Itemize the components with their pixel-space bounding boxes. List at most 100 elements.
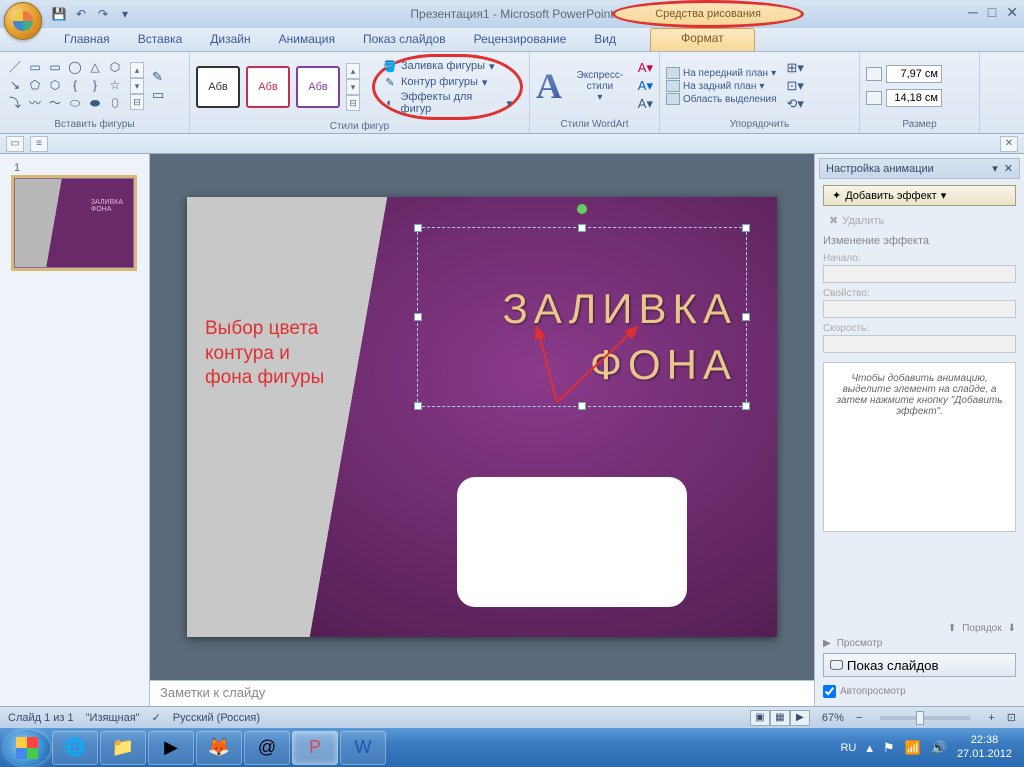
language-label[interactable]: Русский (Россия) — [173, 712, 260, 724]
shape-effects-button[interactable]: ◐Эффекты для фигур ▾ — [383, 91, 512, 115]
gallery-down-icon[interactable]: ▾ — [130, 78, 144, 94]
spellcheck-icon[interactable]: ✓ — [152, 711, 161, 724]
tray-volume-icon[interactable]: 🔊 — [931, 740, 947, 756]
tab-insert[interactable]: Вставка — [124, 28, 197, 51]
style-sample-2[interactable]: Абв — [246, 66, 290, 108]
express-styles-button[interactable]: Экспресс-стили▾ — [568, 70, 632, 103]
slideshow-view-icon[interactable]: ▶ — [790, 710, 810, 726]
slide-thumbnail-1[interactable]: ЗАЛИВКАФОНА — [14, 178, 134, 268]
tab-home[interactable]: Главная — [50, 28, 124, 51]
slide-canvas[interactable]: Выбор цвета контура и фона фигуры З — [187, 197, 777, 637]
tab-design[interactable]: Дизайн — [196, 28, 264, 51]
text-effects-icon[interactable]: A▾ — [638, 96, 653, 112]
bring-front-button[interactable]: На передний план ▾ — [666, 67, 777, 79]
task-explorer[interactable]: 📁 — [100, 731, 146, 765]
styles-more-icon[interactable]: ⊟ — [346, 95, 360, 111]
group-icon[interactable]: ⊡▾ — [787, 78, 804, 94]
maximize-icon[interactable]: □ — [988, 4, 996, 21]
normal-view-icon[interactable]: ▣ — [750, 710, 770, 726]
task-mail[interactable]: @ — [244, 731, 290, 765]
resize-handle-bm[interactable] — [578, 402, 586, 410]
panel-close-icon[interactable]: ✕ — [1000, 136, 1018, 152]
close-icon[interactable]: ✕ — [1006, 4, 1018, 21]
window-title: Презентация1 - Microsoft PowerPoint — [410, 7, 613, 21]
zoom-value[interactable]: 67% — [822, 712, 844, 724]
task-ie[interactable]: 🌐 — [52, 731, 98, 765]
task-firefox[interactable]: 🦊 — [196, 731, 242, 765]
preview-button[interactable]: Просмотр — [837, 638, 883, 649]
task-word[interactable]: W — [340, 731, 386, 765]
styles-up-icon[interactable]: ▴ — [346, 63, 360, 79]
resize-handle-ml[interactable] — [414, 313, 422, 321]
text-fill-icon[interactable]: A▾ — [638, 60, 653, 76]
property-label: Свойство: — [823, 288, 1016, 299]
qat-more-icon[interactable]: ▾ — [116, 5, 134, 23]
resize-handle-mr[interactable] — [742, 313, 750, 321]
selection-pane-button[interactable]: Область выделения — [666, 93, 777, 105]
resize-handle-tl[interactable] — [414, 224, 422, 232]
white-shape[interactable] — [457, 477, 687, 607]
task-media[interactable]: ▶ — [148, 731, 194, 765]
tray-flag-icon[interactable]: ⚑ — [883, 740, 895, 756]
style-sample-1[interactable]: Абв — [196, 66, 240, 108]
tray-show-hidden-icon[interactable]: ▴ — [866, 740, 873, 756]
shape-height-input[interactable] — [886, 65, 942, 83]
play-icon[interactable]: ▶ — [823, 638, 831, 649]
resize-handle-br[interactable] — [742, 402, 750, 410]
tab-slideshow[interactable]: Показ слайдов — [349, 28, 460, 51]
styles-down-icon[interactable]: ▾ — [346, 79, 360, 95]
gallery-up-icon[interactable]: ▴ — [130, 62, 144, 78]
sorter-view-icon[interactable]: ▦ — [770, 710, 790, 726]
add-effect-button[interactable]: ✦Добавить эффект ▾ — [823, 185, 1016, 206]
autopreview-checkbox[interactable]: Автопросмотр — [823, 685, 1016, 698]
resize-handle-bl[interactable] — [414, 402, 422, 410]
fit-slide-icon[interactable]: ⊡ — [1007, 711, 1016, 724]
reorder-down-icon: ⬇ — [1008, 623, 1016, 634]
pencil-icon: ✎ — [383, 75, 397, 89]
office-button[interactable] — [4, 2, 42, 40]
zoom-in-icon[interactable]: + — [988, 712, 994, 724]
redo-icon[interactable]: ↷ — [94, 5, 112, 23]
resize-handle-tm[interactable] — [578, 224, 586, 232]
title-bar: 💾 ↶ ↷ ▾ Презентация1 - Microsoft PowerPo… — [0, 0, 1024, 28]
outline-tab-icon[interactable]: ≡ — [30, 136, 48, 152]
width-icon — [866, 91, 882, 105]
gallery-more-icon[interactable]: ⊟ — [130, 94, 144, 110]
save-icon[interactable]: 💾 — [50, 5, 68, 23]
slideshow-button[interactable]: 🖵Показ слайдов — [823, 653, 1016, 677]
edit-shape-icon[interactable]: ✎ — [152, 69, 164, 85]
zoom-slider[interactable] — [880, 716, 970, 720]
tab-animation[interactable]: Анимация — [265, 28, 349, 51]
rotate-icon[interactable]: ⟲▾ — [787, 96, 804, 112]
status-bar: Слайд 1 из 1 "Изящная" ✓ Русский (Россия… — [0, 706, 1024, 728]
tray-lang[interactable]: RU — [840, 742, 856, 754]
pane-close-icon[interactable]: ✕ — [1004, 162, 1013, 175]
tray-clock[interactable]: 22:3827.01.2012 — [957, 734, 1012, 760]
shape-width-input[interactable] — [886, 89, 942, 107]
notes-pane[interactable]: Заметки к слайду — [150, 680, 814, 706]
shape-style-gallery[interactable]: Абв Абв Абв — [196, 66, 340, 108]
shape-fill-button[interactable]: 🪣Заливка фигуры ▾ — [383, 59, 512, 73]
tray-network-icon[interactable]: 📶 — [905, 740, 921, 756]
task-powerpoint[interactable]: P — [292, 731, 338, 765]
rotation-handle[interactable] — [577, 204, 587, 214]
undo-icon[interactable]: ↶ — [72, 5, 90, 23]
minimize-icon[interactable]: ─ — [968, 4, 978, 21]
align-icon[interactable]: ⊞▾ — [787, 60, 804, 76]
tab-format[interactable]: Формат — [650, 28, 755, 51]
slide-title-text[interactable]: ЗАЛИВКАФОНА — [502, 282, 737, 393]
shape-outline-button[interactable]: ✎Контур фигуры ▾ — [383, 75, 512, 89]
text-box-icon[interactable]: ▭ — [152, 87, 164, 103]
pane-dropdown-icon[interactable]: ▾ — [992, 162, 998, 175]
send-back-button[interactable]: На задний план ▾ — [666, 80, 777, 92]
shape-gallery[interactable]: ／▭▭◯△⬡ ↘⬠⬡{}☆ ⤵〰〜⬭⬬⬯ — [6, 60, 124, 112]
reorder-up-icon: ⬆ — [948, 623, 956, 634]
start-button[interactable] — [4, 730, 50, 766]
style-sample-3[interactable]: Абв — [296, 66, 340, 108]
text-outline-icon[interactable]: A▾ — [638, 78, 653, 94]
slides-tab-icon[interactable]: ▭ — [6, 136, 24, 152]
zoom-out-icon[interactable]: − — [856, 712, 862, 724]
resize-handle-tr[interactable] — [742, 224, 750, 232]
tab-review[interactable]: Рецензирование — [460, 28, 581, 51]
tab-view[interactable]: Вид — [580, 28, 630, 51]
